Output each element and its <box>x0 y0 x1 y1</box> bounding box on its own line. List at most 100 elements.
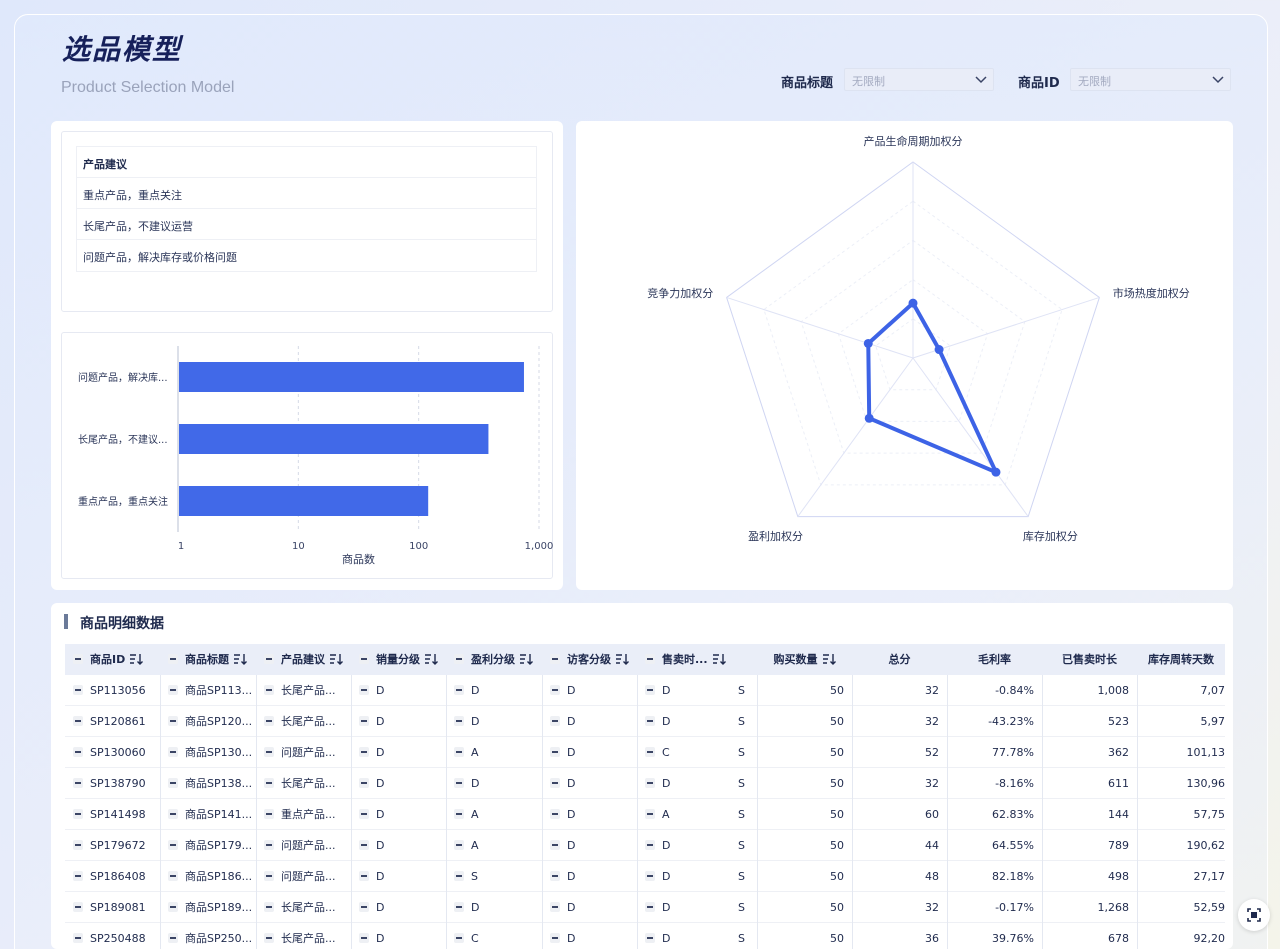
column-header[interactable]: 商品标题 <box>160 644 256 675</box>
minus-icon[interactable] <box>264 747 274 757</box>
minus-icon[interactable] <box>168 778 178 788</box>
minus-icon[interactable] <box>359 871 369 881</box>
column-header[interactable]: 销量分级 <box>351 644 446 675</box>
minus-icon[interactable] <box>550 778 560 788</box>
table-row[interactable]: SP189081 商品SP189... 长尾产品... D D D D S 50 32 -0.17%… <box>65 892 1225 923</box>
minus-icon[interactable] <box>645 809 655 819</box>
sort-icon[interactable] <box>129 653 144 665</box>
minus-icon[interactable] <box>73 778 83 788</box>
table-row[interactable]: SP130060 商品SP130... 问题产品... D A D C S 50 52 77.78%… <box>65 737 1225 768</box>
table-row[interactable]: SP120861 商品SP120... 长尾产品... D D D D S 50 32 -43.23… <box>65 706 1225 737</box>
minus-icon[interactable] <box>73 840 83 850</box>
minus-icon[interactable] <box>454 871 464 881</box>
minus-icon[interactable] <box>73 871 83 881</box>
table-row[interactable]: SP138790 商品SP138... 长尾产品... D D D D S 50 32 -8.16%… <box>65 768 1225 799</box>
sort-icon[interactable] <box>329 653 343 665</box>
minus-icon[interactable] <box>454 685 464 695</box>
minus-icon[interactable] <box>359 685 369 695</box>
minus-icon[interactable] <box>550 933 560 943</box>
minus-icon[interactable] <box>168 654 178 664</box>
minus-icon[interactable] <box>645 716 655 726</box>
minus-icon[interactable] <box>264 685 274 695</box>
minus-icon[interactable] <box>454 778 464 788</box>
column-header[interactable]: 总分 <box>852 644 947 675</box>
minus-icon[interactable] <box>550 747 560 757</box>
minus-icon[interactable] <box>359 747 369 757</box>
minus-icon[interactable] <box>454 747 464 757</box>
minus-icon[interactable] <box>454 809 464 819</box>
column-header[interactable]: 库存周转天数 <box>1137 644 1225 675</box>
minus-icon[interactable] <box>73 716 83 726</box>
column-header[interactable] <box>732 644 757 675</box>
sort-icon[interactable] <box>519 653 533 665</box>
minus-icon[interactable] <box>168 933 178 943</box>
sort-icon[interactable] <box>615 653 629 665</box>
minus-icon[interactable] <box>359 809 369 819</box>
minus-icon[interactable] <box>454 902 464 912</box>
column-header[interactable]: 购买数量 <box>757 644 852 675</box>
minus-icon[interactable] <box>645 933 655 943</box>
minus-icon[interactable] <box>168 871 178 881</box>
minus-icon[interactable] <box>264 778 274 788</box>
column-header[interactable]: 访客分级 <box>542 644 637 675</box>
minus-icon[interactable] <box>264 840 274 850</box>
minus-icon[interactable] <box>550 716 560 726</box>
filter-select-id[interactable]: 无限制 <box>1070 68 1231 91</box>
minus-icon[interactable] <box>168 716 178 726</box>
minus-icon[interactable] <box>168 685 178 695</box>
column-header[interactable]: 已售卖时长 <box>1042 644 1137 675</box>
sort-icon[interactable] <box>712 653 726 665</box>
column-header[interactable]: 产品建议 <box>256 644 351 675</box>
column-header[interactable]: 盈利分级 <box>446 644 542 675</box>
table-row[interactable]: SP179672 商品SP179... 问题产品... D A D D S 50 44 64.55%… <box>65 830 1225 861</box>
minus-icon[interactable] <box>73 747 83 757</box>
minus-icon[interactable] <box>264 933 274 943</box>
advice-row[interactable]: 长尾产品，不建议运营 <box>77 209 536 240</box>
column-header[interactable]: 商品ID <box>65 644 160 675</box>
minus-icon[interactable] <box>454 716 464 726</box>
minus-icon[interactable] <box>359 933 369 943</box>
column-header[interactable]: 毛利率 <box>947 644 1042 675</box>
minus-icon[interactable] <box>645 747 655 757</box>
minus-icon[interactable] <box>645 685 655 695</box>
minus-icon[interactable] <box>264 871 274 881</box>
minus-icon[interactable] <box>359 654 369 664</box>
fullscreen-button[interactable] <box>1238 899 1270 931</box>
sort-icon[interactable] <box>233 653 247 665</box>
minus-icon[interactable] <box>645 902 655 912</box>
minus-icon[interactable] <box>454 840 464 850</box>
minus-icon[interactable] <box>73 685 83 695</box>
minus-icon[interactable] <box>168 902 178 912</box>
minus-icon[interactable] <box>264 716 274 726</box>
minus-icon[interactable] <box>359 778 369 788</box>
advice-row[interactable]: 重点产品，重点关注 <box>77 178 536 209</box>
minus-icon[interactable] <box>264 809 274 819</box>
minus-icon[interactable] <box>264 654 274 664</box>
minus-icon[interactable] <box>550 809 560 819</box>
minus-icon[interactable] <box>264 902 274 912</box>
sort-icon[interactable] <box>424 653 438 665</box>
minus-icon[interactable] <box>359 902 369 912</box>
minus-icon[interactable] <box>454 654 464 664</box>
minus-icon[interactable] <box>73 902 83 912</box>
minus-icon[interactable] <box>359 840 369 850</box>
minus-icon[interactable] <box>550 840 560 850</box>
table-row[interactable]: SP250488 商品SP250... 长尾产品... D C D D S 50 36 39.76%… <box>65 923 1225 949</box>
minus-icon[interactable] <box>550 685 560 695</box>
minus-icon[interactable] <box>645 840 655 850</box>
minus-icon[interactable] <box>73 933 83 943</box>
minus-icon[interactable] <box>645 871 655 881</box>
minus-icon[interactable] <box>168 809 178 819</box>
sort-icon[interactable] <box>822 653 836 665</box>
minus-icon[interactable] <box>645 654 655 664</box>
table-row[interactable]: SP141498 商品SP141... 重点产品... D A D A S 50 60 62.83%… <box>65 799 1225 830</box>
minus-icon[interactable] <box>73 654 83 664</box>
minus-icon[interactable] <box>454 933 464 943</box>
minus-icon[interactable] <box>73 809 83 819</box>
minus-icon[interactable] <box>168 840 178 850</box>
table-row[interactable]: SP186408 商品SP186... 问题产品... D S D D S 50 48 82.18%… <box>65 861 1225 892</box>
minus-icon[interactable] <box>550 871 560 881</box>
column-header[interactable]: 售卖时... <box>637 644 732 675</box>
minus-icon[interactable] <box>550 902 560 912</box>
minus-icon[interactable] <box>168 747 178 757</box>
